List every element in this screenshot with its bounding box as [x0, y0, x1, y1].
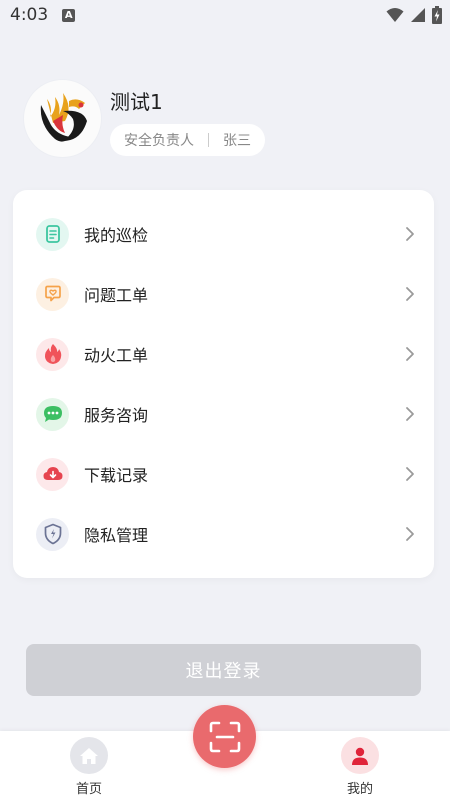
fire-icon — [36, 337, 69, 371]
role-divider — [208, 133, 209, 147]
home-icon — [70, 737, 108, 774]
menu-item-service-consult[interactable]: 服务咨询 — [13, 384, 434, 444]
battery-icon — [432, 6, 442, 24]
menu-item-label: 动火工单 — [84, 346, 149, 365]
company-logo-icon — [40, 92, 87, 142]
menu-item-label: 隐私管理 — [84, 526, 149, 545]
menu-item-download-records[interactable]: 下载记录 — [13, 444, 434, 504]
tab-mine-label: 我的 — [346, 782, 373, 797]
chevron-right-icon — [406, 287, 414, 301]
role-label: 安全负责人 — [124, 133, 194, 149]
status-icons — [386, 6, 442, 24]
chevron-right-icon — [406, 527, 414, 541]
cloud-download-icon — [36, 457, 69, 491]
tab-mine[interactable]: 我的 — [320, 737, 400, 797]
menu-item-inspection[interactable]: 我的巡检 — [13, 204, 434, 264]
tab-home[interactable]: 首页 — [49, 737, 129, 797]
chevron-right-icon — [406, 347, 414, 361]
status-time: 4:03 — [10, 5, 49, 25]
menu-item-label: 问题工单 — [84, 286, 149, 305]
menu-card: 我的巡检 问题工单 动火工单 服务咨询 下载记录 隐私管理 — [13, 190, 434, 578]
accessibility-badge: A — [62, 8, 76, 22]
user-name: 测试1 — [110, 90, 163, 114]
chevron-right-icon — [406, 227, 414, 241]
shield-icon — [36, 517, 69, 551]
role-badge: 安全负责人 张三 — [110, 124, 265, 156]
avatar[interactable] — [24, 80, 101, 157]
issue-chat-icon — [36, 277, 69, 311]
person-label: 张三 — [223, 133, 251, 149]
inspection-doc-icon — [36, 217, 69, 251]
status-bar: 4:03 A — [0, 0, 450, 30]
chevron-right-icon — [406, 467, 414, 481]
menu-item-label: 下载记录 — [84, 466, 149, 485]
menu-item-label: 服务咨询 — [84, 406, 149, 425]
service-chat-icon — [36, 397, 69, 431]
scan-button[interactable] — [193, 705, 256, 768]
menu-item-privacy[interactable]: 隐私管理 — [13, 504, 434, 564]
wifi-icon — [386, 8, 404, 22]
user-icon — [341, 737, 379, 774]
menu-item-hot-work-orders[interactable]: 动火工单 — [13, 324, 434, 384]
menu-item-issue-orders[interactable]: 问题工单 — [13, 264, 434, 324]
signal-icon — [411, 8, 425, 22]
profile-header: 测试1 安全负责人 张三 — [24, 80, 424, 160]
scan-icon — [209, 721, 240, 752]
chevron-right-icon — [406, 407, 414, 421]
tab-home-label: 首页 — [75, 782, 102, 797]
menu-item-label: 我的巡检 — [84, 226, 149, 245]
logout-button[interactable]: 退出登录 — [26, 644, 421, 696]
